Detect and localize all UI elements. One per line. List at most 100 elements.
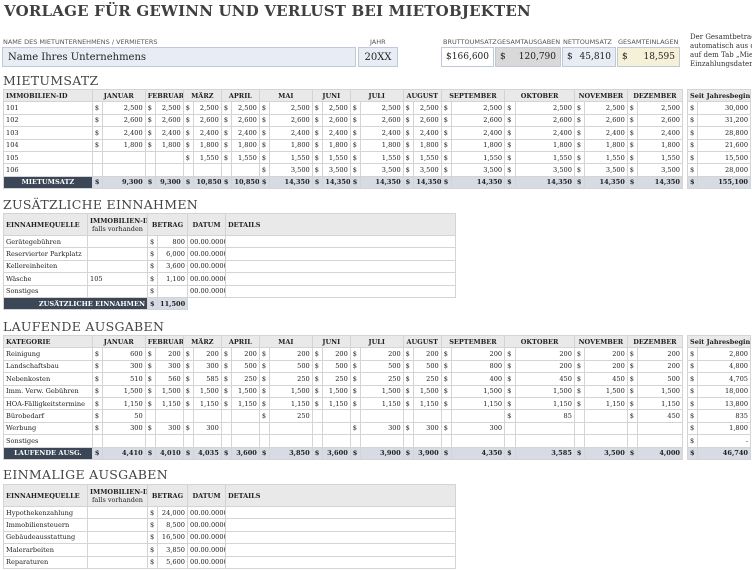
total-value: 10,850: [193, 175, 222, 190]
currency-symbol: $: [220, 384, 233, 398]
company-name-field[interactable]: Name Ihres Unternehmens: [2, 47, 356, 67]
table-row: Kellereinheiten $3,600 00.00.0000: [3, 259, 456, 274]
cell-value: 85: [514, 409, 575, 423]
year-field[interactable]: 20XX: [358, 47, 398, 67]
currency-symbol: $: [147, 555, 158, 569]
cell-value: 250: [269, 372, 313, 386]
row-label: 103: [3, 126, 93, 140]
currency-symbol: $: [220, 126, 233, 140]
currency-symbol: $: [440, 347, 453, 361]
cell-value: [637, 434, 683, 448]
ytd-row: $4,705: [687, 372, 752, 386]
cell-value: [360, 409, 404, 423]
cell-value: [231, 163, 260, 177]
currency-symbol: $: [349, 359, 362, 374]
currency-symbol: [182, 409, 195, 423]
currency-symbol: $: [504, 101, 516, 115]
cell-value: 1,150: [451, 396, 506, 411]
currency-symbol: $: [147, 247, 158, 261]
total-label: ZUSÄTZLICHE EINNAHMEN: [3, 296, 148, 311]
currency-symbol: [182, 163, 195, 177]
ytd-value: 21,600: [696, 138, 752, 152]
currency-symbol: [349, 434, 362, 448]
currency-symbol: $: [402, 372, 415, 386]
amount: 3,850: [157, 543, 188, 557]
cell-value: 2,400: [451, 126, 506, 140]
currency-symbol: $: [311, 347, 324, 361]
currency-symbol: $: [504, 150, 516, 165]
total-value: 3,850: [269, 446, 313, 460]
currency-symbol: $: [311, 396, 324, 411]
currency-symbol: $: [311, 126, 324, 140]
currency-symbol: $: [440, 138, 453, 152]
total-label: MIETUMSATZ: [3, 175, 93, 190]
currency-symbol: $: [258, 101, 271, 115]
cell-value: [360, 434, 404, 448]
column-header: BETRAG: [147, 484, 188, 507]
cell-value: 2,600: [514, 113, 575, 128]
currency-symbol: $: [91, 446, 104, 460]
cell-value: 1,150: [193, 396, 222, 411]
running-expenses-table: KATEGORIE JANUAR FEBRUAR MÄRZ APRIL MAI JUNI JU…: [3, 334, 684, 460]
date: 00.00.0000: [187, 505, 226, 520]
currency-symbol: $: [349, 163, 362, 177]
total-value: 3,585: [514, 446, 575, 460]
currency-symbol: $: [182, 372, 195, 386]
cell-value: 2,500: [451, 101, 506, 115]
currency-symbol: $: [440, 150, 453, 165]
cell-value: [451, 409, 506, 423]
cell-value: 1,500: [231, 384, 260, 398]
cell-value: 1,150: [102, 396, 146, 411]
column-header: OKTOBER: [504, 334, 575, 349]
currency-symbol: [504, 434, 516, 448]
cell-value: 200: [413, 347, 442, 361]
total-value: 3,600: [322, 446, 351, 460]
currency-symbol: $: [402, 163, 415, 177]
cell-value: 300: [413, 421, 442, 436]
cell-value: [193, 434, 222, 448]
row-label: Immobiliensteuern: [3, 518, 88, 532]
ytd-row: $15,500: [687, 150, 752, 165]
cell-value: 2,500: [269, 101, 313, 115]
currency-symbol: $: [687, 150, 698, 165]
cell-value: 2,400: [322, 126, 351, 140]
column-header-id: IMMOBILIEN-ID, falls vorhanden: [87, 213, 148, 236]
cell-value: [514, 434, 575, 448]
total-label: LAUFENDE AUSG.: [3, 446, 93, 460]
column-header: SEPTEMBER: [440, 88, 506, 103]
currency-symbol: $: [573, 384, 586, 398]
currency-symbol: $: [687, 434, 698, 448]
cell-value: [102, 434, 146, 448]
table-row: 105 $1,550 $1,550 $1,550 $1,550 $1,550 $1,550 $…: [3, 150, 683, 165]
cell-value: 300: [102, 359, 146, 374]
currency-symbol: $: [144, 347, 157, 361]
cell-value: 2,600: [193, 113, 222, 128]
cell-value: 2,500: [637, 101, 683, 115]
currency-symbol: [91, 434, 104, 448]
currency-symbol: $: [626, 163, 639, 177]
currency-symbol: $: [504, 163, 516, 177]
cell-value: 1,150: [514, 396, 575, 411]
currency-symbol: [91, 163, 104, 177]
currency-symbol: $: [687, 372, 698, 386]
ytd-header: Seit Jahresbeginn: [686, 88, 752, 103]
column-header: MAI: [258, 88, 313, 103]
currency-symbol: $: [687, 446, 698, 460]
table-row: Wäsche 105 $1,100 00.00.0000: [3, 272, 456, 286]
currency-symbol: $: [687, 138, 698, 152]
row-label: Sonstiges: [3, 434, 93, 448]
cell-value: 200: [637, 359, 683, 374]
ytd-value: 4,705: [696, 372, 752, 386]
currency-symbol: $: [440, 384, 453, 398]
column-header: KATEGORIE: [3, 334, 93, 349]
ytd-value: 28,800: [696, 126, 752, 140]
ytd-row: $28,800: [687, 126, 752, 140]
total-value: 4,410: [102, 446, 146, 460]
currency-symbol: $: [258, 446, 271, 460]
ytd-row: $4,800: [687, 359, 752, 374]
rent-table: IMMOBILIEN-ID JANUAR FEBRUAR MÄRZ APRIL MAI JU…: [3, 88, 684, 190]
total-value: 3,600: [231, 446, 260, 460]
cell-value: [102, 163, 146, 177]
cell-value: 300: [451, 421, 506, 436]
column-header: JANUAR: [91, 88, 146, 103]
